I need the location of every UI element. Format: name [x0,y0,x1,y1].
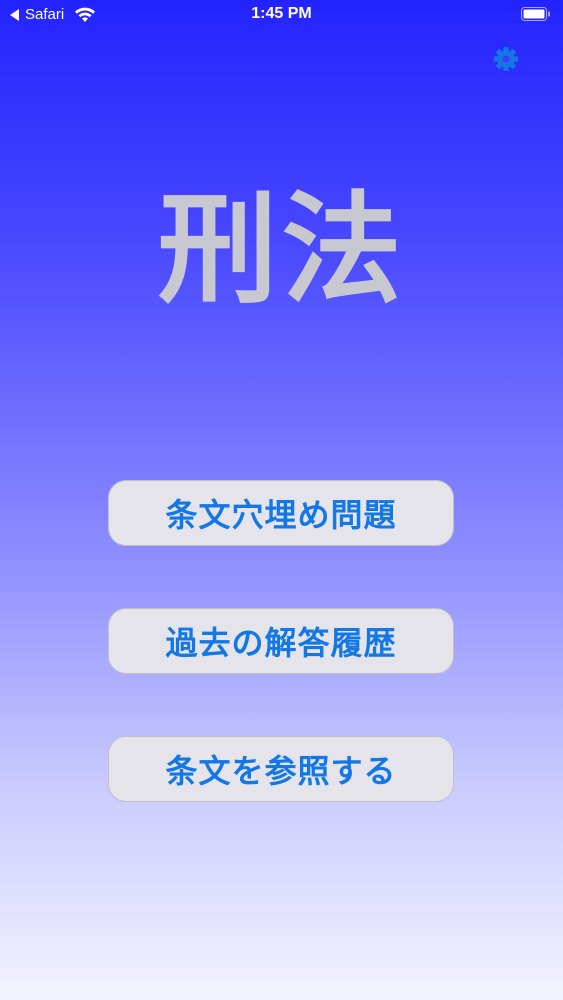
fill-in-blank-quiz-button[interactable]: 条文穴埋め問題 [108,480,454,546]
fill-in-blank-quiz-label: 条文穴埋め問題 [165,496,397,534]
view-articles-button[interactable]: 条文を参照する [108,736,454,802]
answer-history-label: 過去の解答履歴 [165,624,397,662]
app-screen: Safari 1:45 PM 刑法 条文穴埋め問題 過去の解答履歴 条文を参照す… [0,0,563,1000]
page-title: 刑法 [157,179,406,320]
status-bar: Safari 1:45 PM [0,0,563,30]
battery-icon [521,7,550,21]
view-articles-label: 条文を参照する [165,752,397,790]
answer-history-button[interactable]: 過去の解答履歴 [108,608,454,674]
settings-gear-icon[interactable] [492,45,520,73]
status-time: 1:45 PM [251,5,312,22]
